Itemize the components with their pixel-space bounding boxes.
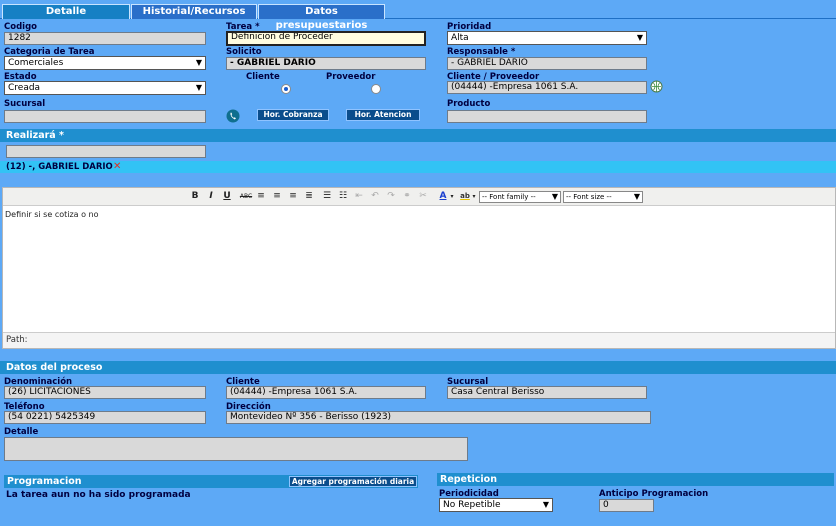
align-justify-icon[interactable]: ≣ — [303, 190, 315, 203]
prioridad-select[interactable]: Alta ▼ — [447, 31, 647, 45]
unlink-icon[interactable]: ✂ — [417, 190, 429, 203]
producto-label: Producto — [447, 99, 491, 109]
anticipo-field[interactable]: 0 — [599, 499, 654, 512]
globe-search-icon[interactable] — [650, 80, 663, 93]
producto-field — [447, 110, 647, 123]
assignee-label: (12) -, GABRIEL DARIO — [6, 162, 113, 172]
solicito-field: - GABRIEL DARIO — [226, 57, 426, 70]
estado-value: Creada — [8, 83, 41, 93]
font-size-select[interactable]: -- Font size -- ▼ — [563, 191, 643, 203]
assignee-row: (12) -, GABRIEL DARIO ✕ — [0, 161, 836, 173]
proveedor-radio[interactable] — [371, 84, 381, 94]
tab-historial-recursos[interactable]: Historial/Recursos — [131, 4, 257, 19]
detalle-field — [4, 437, 468, 461]
anticipo-label: Anticipo Programacion — [599, 489, 709, 499]
proveedor-radio-label: Proveedor — [326, 72, 376, 82]
cliente-radio[interactable] — [281, 84, 291, 94]
rich-text-editor: B I U ABC ≡ ≡ ≡ ≣ ☰ ☷ ⇤ ↶ ↷ ⚭ ✂ A ▾ ab ▾… — [2, 187, 836, 349]
editor-path-label: Path: — [6, 335, 28, 345]
programacion-title: Programacion — [7, 476, 82, 487]
codigo-field: 1282 — [4, 32, 206, 45]
codigo-label: Codigo — [4, 22, 37, 32]
cliente-proveedor-field: (04444) -Empresa 1061 S.A. — [447, 81, 647, 94]
text-color-icon[interactable]: A — [437, 190, 449, 203]
strikethrough-button[interactable]: ABC — [239, 190, 253, 203]
hor-atencion-button[interactable]: Hor. Atencion — [346, 109, 420, 121]
redo-icon[interactable]: ↷ — [385, 190, 397, 203]
realizara-input[interactable] — [6, 145, 206, 158]
undo-icon[interactable]: ↶ — [369, 190, 381, 203]
link-icon[interactable]: ⚭ — [401, 190, 413, 203]
tab-datos-presupuestarios[interactable]: Datos presupuestarios — [258, 4, 385, 31]
chevron-down-icon: ▼ — [195, 58, 202, 67]
periodicidad-select[interactable]: No Repetible ▼ — [439, 498, 553, 512]
align-center-icon[interactable]: ≡ — [271, 190, 283, 203]
editor-content[interactable]: Definir si se cotiza o no — [5, 210, 99, 219]
prioridad-value: Alta — [451, 33, 469, 43]
phone-icon[interactable] — [226, 109, 240, 123]
tab-bar: Detalle Historial/Recursos Datos presupu… — [0, 0, 836, 31]
datos-proceso-header: Datos del proceso — [0, 361, 836, 374]
numbered-list-icon[interactable]: ☷ — [337, 190, 349, 203]
editor-toolbar: B I U ABC ≡ ≡ ≡ ≣ ☰ ☷ ⇤ ↶ ↷ ⚭ ✂ A ▾ ab ▾… — [3, 188, 835, 206]
solicito-label: Solicito — [226, 47, 262, 57]
detalle-label: Detalle — [4, 427, 39, 437]
telefono-field: (54 0221) 5425349 — [4, 411, 206, 424]
agregar-programacion-button[interactable]: Agregar programación diaria — [289, 476, 417, 487]
cliente-field: (04444) -Empresa 1061 S.A. — [226, 386, 426, 399]
bold-button[interactable]: B — [190, 190, 200, 203]
font-family-value: -- Font family -- — [482, 193, 536, 201]
chevron-down-icon: ▼ — [195, 83, 202, 92]
bullet-list-icon[interactable]: ☰ — [321, 190, 333, 203]
denominacion-field: (26) LICITACIONES — [4, 386, 206, 399]
chevron-down-icon: ▼ — [542, 500, 549, 509]
responsable-field: - GABRIEL DARIO — [447, 57, 647, 70]
font-size-value: -- Font size -- — [566, 193, 612, 201]
italic-button[interactable]: I — [206, 190, 216, 203]
categoria-value: Comerciales — [8, 58, 64, 68]
underline-button[interactable]: U — [222, 190, 232, 203]
tab-detalle[interactable]: Detalle — [2, 4, 130, 19]
proceso-sucursal-field: Casa Central Berisso — [447, 386, 647, 399]
chevron-down-icon[interactable]: ▾ — [449, 190, 455, 203]
categoria-select[interactable]: Comerciales ▼ — [4, 56, 206, 70]
chevron-down-icon[interactable]: ▾ — [471, 190, 477, 203]
periodicidad-value: No Repetible — [443, 500, 501, 510]
chevron-down-icon: ▼ — [633, 192, 640, 201]
direccion-field: Montevideo Nº 356 - Berisso (1923) — [226, 411, 651, 424]
highlight-color-icon[interactable]: ab — [459, 190, 471, 203]
realizara-header: Realizará * — [0, 129, 836, 142]
programacion-status: La tarea aun no ha sido programada — [6, 490, 191, 500]
sucursal-label: Sucursal — [4, 99, 46, 109]
editor-status-bar: Path: — [3, 332, 835, 348]
align-right-icon[interactable]: ≡ — [287, 190, 299, 203]
repeticion-title: Repeticion — [440, 474, 497, 485]
align-left-icon[interactable]: ≡ — [255, 190, 267, 203]
remove-icon[interactable]: ✕ — [113, 161, 121, 173]
outdent-icon[interactable]: ⇤ — [353, 190, 365, 203]
sucursal-field — [4, 110, 206, 123]
chevron-down-icon: ▼ — [636, 33, 643, 42]
tarea-input[interactable]: Definicion de Proceder — [226, 31, 426, 46]
hor-cobranza-button[interactable]: Hor. Cobranza — [257, 109, 329, 121]
cliente-radio-label: Cliente — [246, 72, 280, 82]
font-family-select[interactable]: -- Font family -- ▼ — [479, 191, 561, 203]
repeticion-header: Repeticion — [437, 473, 834, 486]
responsable-label: Responsable * — [447, 47, 516, 57]
estado-select[interactable]: Creada ▼ — [4, 81, 206, 95]
chevron-down-icon: ▼ — [551, 192, 558, 201]
